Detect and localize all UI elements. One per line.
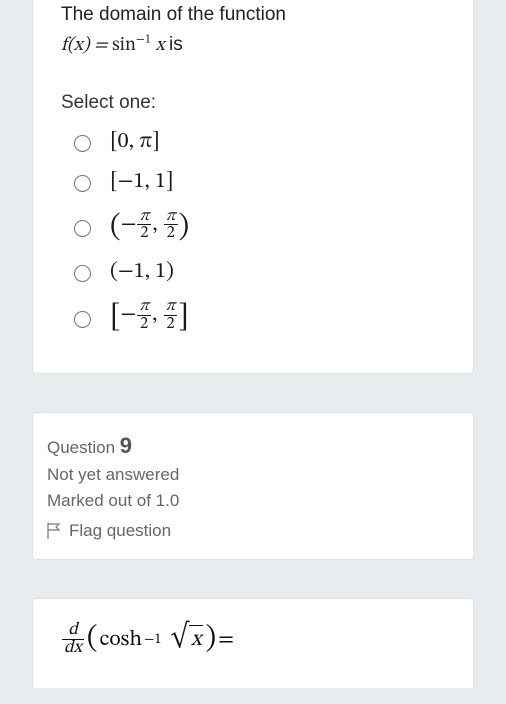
option-radio[interactable] — [74, 175, 91, 192]
prompt-suffix: is — [169, 34, 183, 55]
func-exponent: −1 — [136, 34, 151, 46]
option-row[interactable]: [0, π] — [61, 122, 445, 162]
option-radio[interactable] — [74, 311, 91, 328]
options-group: [0, π] [−1, 1] (−π2, π2) (−1, 1) — [61, 122, 445, 343]
flag-label: Flag question — [69, 521, 171, 541]
sqrt: √x — [171, 625, 204, 654]
equals: = — [218, 626, 234, 654]
deriv-d: d — [68, 622, 77, 639]
question-info-card: Question 9 Not yet answered Marked out o… — [32, 412, 474, 560]
open-paren: ( — [87, 621, 98, 658]
flag-question-button[interactable]: Flag question — [47, 521, 459, 541]
prompt-prefix: The domain of the function — [61, 4, 286, 25]
option-row[interactable]: (−π2, π2) — [61, 202, 445, 253]
question-number-line: Question 9 — [47, 433, 459, 459]
question-card: The domain of the function f(x) = sin−1 … — [32, 0, 474, 374]
option-label: [−1, 1] — [110, 168, 174, 196]
option-row[interactable]: [−π2, π2] — [61, 292, 445, 343]
question-marks: Marked out of 1.0 — [47, 491, 459, 511]
func-lhs: f(x) = — [61, 36, 112, 55]
flag-icon — [47, 523, 61, 539]
option-row[interactable]: [−1, 1] — [61, 162, 445, 202]
option-label: [−π2, π2] — [110, 298, 189, 337]
select-one-label: Select one: — [61, 92, 445, 114]
option-label: [0, π] — [110, 128, 160, 156]
question-status: Not yet answered — [47, 465, 459, 485]
deriv-dx: dx — [64, 640, 82, 657]
func-exponent: −1 — [144, 631, 161, 649]
option-label: (−π2, π2) — [110, 208, 189, 247]
question-card: d dx ( cosh−1 √x ) = — [32, 598, 474, 688]
question-label: Question — [47, 438, 115, 457]
func-arg: x — [151, 36, 165, 55]
option-label: (−1, 1) — [110, 258, 174, 286]
close-paren: ) — [205, 621, 216, 658]
question-prompt: d dx ( cosh−1 √x ) = — [61, 621, 445, 658]
func-name: cosh — [100, 626, 143, 654]
question-number: 9 — [120, 433, 132, 458]
option-radio[interactable] — [74, 135, 91, 152]
option-row[interactable]: (−1, 1) — [61, 252, 445, 292]
func-name: sin — [112, 36, 136, 55]
option-radio[interactable] — [74, 220, 91, 237]
question-prompt: The domain of the function f(x) = sin−1 … — [61, 0, 445, 62]
radicand: x — [189, 625, 204, 654]
option-radio[interactable] — [74, 265, 91, 282]
